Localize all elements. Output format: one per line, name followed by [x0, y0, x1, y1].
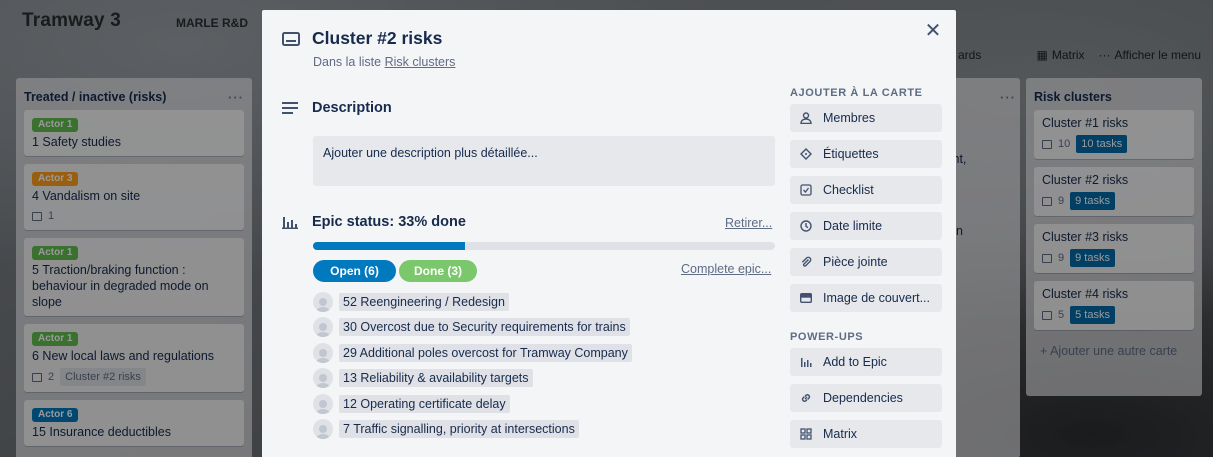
- dependencies-label: Dependencies: [823, 391, 903, 405]
- card-detail-modal: ✕ Cluster #2 risks Dans la liste Risk cl…: [262, 10, 956, 457]
- task-title: 29 Additional poles overcost for Tramway…: [339, 343, 632, 362]
- tag-icon: [799, 148, 813, 160]
- epic-header: Epic status: 33% done: [282, 214, 466, 230]
- avatar-icon: [313, 419, 333, 440]
- due-date-button[interactable]: Date limite: [790, 212, 942, 240]
- card-icon: [282, 31, 300, 46]
- description-icon: [282, 102, 298, 114]
- add-to-epic-button[interactable]: Add to Epic: [790, 348, 942, 376]
- epic-task[interactable]: 12 Operating certificate delay: [313, 391, 632, 417]
- card-cover-icon: [799, 293, 813, 303]
- dependencies-button[interactable]: Dependencies: [790, 384, 942, 412]
- description-header: Description: [282, 100, 392, 116]
- clock-icon: [799, 220, 813, 232]
- checklist-icon: [799, 184, 813, 196]
- epic-progress-bar: [313, 242, 775, 250]
- checklist-label: Checklist: [823, 183, 874, 197]
- avatar-icon: [313, 317, 333, 338]
- attachment-button[interactable]: Pièce jointe: [790, 248, 942, 276]
- card-title[interactable]: Cluster #2 risks: [312, 28, 442, 49]
- task-title: 7 Traffic signalling, priority at inters…: [339, 420, 579, 439]
- task-title: 30 Overcost due to Security requirements…: [339, 318, 630, 337]
- list-link[interactable]: Risk clusters: [385, 55, 456, 69]
- remove-epic-link[interactable]: Retirer...: [725, 216, 772, 230]
- cover-label: Image de couvert...: [823, 291, 931, 305]
- add-to-epic-label: Add to Epic: [823, 355, 887, 369]
- person-icon: [799, 112, 813, 124]
- avatar-icon: [313, 393, 333, 414]
- link-icon: [799, 392, 813, 404]
- epic-task[interactable]: 30 Overcost due to Security requirements…: [313, 315, 632, 341]
- bar-chart-icon: [799, 357, 813, 368]
- members-label: Membres: [823, 111, 876, 125]
- avatar-icon: [313, 368, 333, 389]
- avatar-icon: [313, 342, 333, 363]
- task-title: 52 Reengineering / Redesign: [339, 292, 509, 311]
- checklist-button[interactable]: Checklist: [790, 176, 942, 204]
- task-title: 12 Operating certificate delay: [339, 394, 510, 413]
- epic-task[interactable]: 29 Additional poles overcost for Tramway…: [313, 340, 632, 366]
- labels-label: Étiquettes: [823, 147, 879, 161]
- description-title: Description: [312, 100, 392, 116]
- description-input[interactable]: Ajouter une description plus détaillée..…: [313, 136, 775, 186]
- in-list-prefix: Dans la liste: [313, 55, 382, 69]
- done-tasks-tab[interactable]: Done (3): [399, 260, 477, 282]
- epic-status-title: Epic status: 33% done: [312, 214, 466, 230]
- bar-chart-icon: [282, 217, 298, 229]
- card-list-info: Dans la liste Risk clusters: [313, 55, 455, 69]
- add-to-card-heading: AJOUTER À LA CARTE: [790, 87, 923, 99]
- close-icon[interactable]: ✕: [922, 20, 944, 42]
- epic-task-list: 52 Reengineering / Redesign 30 Overcost …: [313, 289, 632, 442]
- epic-task[interactable]: 7 Traffic signalling, priority at inters…: [313, 417, 632, 443]
- due-date-label: Date limite: [823, 219, 883, 233]
- members-button[interactable]: Membres: [790, 104, 942, 132]
- attachment-label: Pièce jointe: [823, 255, 888, 269]
- epic-task[interactable]: 13 Reliability & availability targets: [313, 366, 632, 392]
- task-title: 13 Reliability & availability targets: [339, 369, 533, 388]
- cover-button[interactable]: Image de couvert...: [790, 284, 942, 312]
- paperclip-icon: [799, 256, 813, 268]
- matrix-button[interactable]: Matrix: [790, 420, 942, 448]
- epic-task[interactable]: 52 Reengineering / Redesign: [313, 289, 632, 315]
- labels-button[interactable]: Étiquettes: [790, 140, 942, 168]
- matrix-label: Matrix: [823, 427, 858, 441]
- complete-epic-link[interactable]: Complete epic...: [681, 262, 771, 276]
- avatar-icon: [313, 291, 333, 312]
- card-sidebar: AJOUTER À LA CARTE Membres Étiquettes Ch…: [790, 82, 942, 456]
- grid-icon: [799, 428, 813, 440]
- powerups-heading: POWER-UPS: [790, 331, 864, 343]
- open-tasks-tab[interactable]: Open (6): [313, 260, 396, 282]
- card-title-row: Cluster #2 risks: [282, 28, 442, 49]
- epic-progress-fill: [313, 242, 466, 250]
